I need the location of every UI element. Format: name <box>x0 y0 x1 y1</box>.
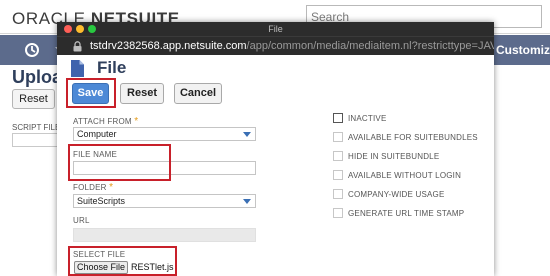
url-path: /app/common/media/mediaitem.nl?restrictt… <box>246 40 494 52</box>
popup-page-title: File <box>97 58 127 77</box>
attach-from-value: Computer <box>77 129 117 139</box>
checkbox-box[interactable] <box>333 189 343 199</box>
chevron-down-icon <box>243 199 251 204</box>
script-file-label-text: SCRIPT FILE <box>12 123 61 132</box>
checkbox-box[interactable] <box>333 151 343 161</box>
file-icon <box>71 60 84 77</box>
checkbox-label: GENERATE URL TIME STAMP <box>348 209 465 218</box>
url-label: URL <box>73 216 90 225</box>
folder-label: FOLDER * <box>73 182 113 193</box>
url-label-text: URL <box>73 216 90 225</box>
attach-from-label-text: ATTACH FROM <box>73 117 132 126</box>
chevron-down-icon <box>243 132 251 137</box>
attach-from-select[interactable]: Computer <box>73 127 256 141</box>
recent-records-icon[interactable] <box>24 35 40 65</box>
folder-label-text: FOLDER <box>73 183 107 192</box>
checkbox-label: HIDE IN SUITEBUNDLE <box>348 152 440 161</box>
save-highlight-box <box>66 78 116 108</box>
file-popup-window: File tstdrv2382568.app.netsuite.com/app/… <box>57 22 494 276</box>
required-star: * <box>109 182 114 193</box>
url-field <box>73 228 256 242</box>
file-name-highlight-box <box>68 144 171 181</box>
lock-icon <box>73 41 82 52</box>
customize-nav-link[interactable]: Customiz <box>496 35 550 65</box>
attach-from-label: ATTACH FROM * <box>73 116 138 127</box>
checkbox-label: AVAILABLE FOR SUITEBUNDLES <box>348 133 478 142</box>
address-bar[interactable]: tstdrv2382568.app.netsuite.com/app/commo… <box>57 36 494 55</box>
window-title-bar[interactable]: File <box>57 22 494 36</box>
url-host: tstdrv2382568.app.netsuite.com <box>90 40 247 52</box>
select-file-highlight-box <box>68 246 177 276</box>
folder-select[interactable]: SuiteScripts <box>73 194 256 208</box>
background-reset-button[interactable]: Reset <box>12 89 55 109</box>
checkbox-box[interactable] <box>333 113 343 123</box>
window-title: File <box>268 24 283 34</box>
page-url[interactable]: tstdrv2382568.app.netsuite.com/app/commo… <box>90 37 494 56</box>
checkbox-box[interactable] <box>333 170 343 180</box>
folder-value: SuiteScripts <box>77 196 126 206</box>
checkbox-label: COMPANY-WIDE USAGE <box>348 190 445 199</box>
checkbox-box[interactable] <box>333 208 343 218</box>
checkbox-label: AVAILABLE WITHOUT LOGIN <box>348 171 462 180</box>
cancel-button[interactable]: Cancel <box>174 83 222 104</box>
checkbox-box[interactable] <box>333 132 343 142</box>
checkbox-label: INACTIVE <box>348 114 387 123</box>
reset-button[interactable]: Reset <box>120 83 164 104</box>
required-star: * <box>134 116 139 127</box>
